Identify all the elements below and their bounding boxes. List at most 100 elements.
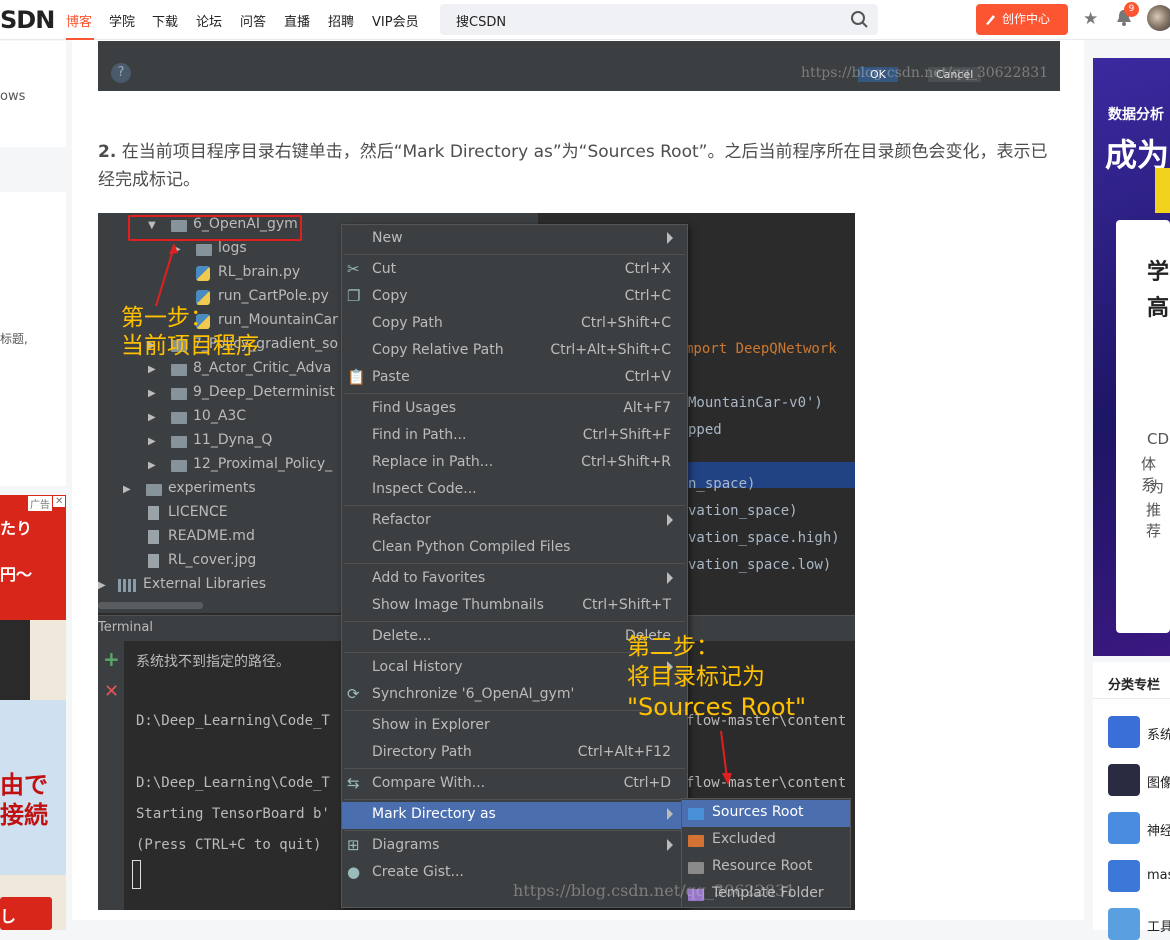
terminal-toolbar: + ✕: [98, 641, 124, 910]
csdn-logo[interactable]: SDN: [0, 6, 55, 34]
tree-item-label[interactable]: 12_Proximal_Policy_: [193, 456, 332, 472]
nav-item[interactable]: 论坛: [196, 11, 222, 30]
top-nav: SDN 博客 学院 下载 论坛 问答 直播 招聘 VIP会员 搜CSDN 创作中心 ★ 9: [0, 0, 1170, 40]
menu-item-shortcut: Ctrl+Shift+T: [582, 597, 671, 613]
menu-item[interactable]: Copy Path Ctrl+Shift+C: [342, 311, 687, 338]
submenu-arrow-icon: [667, 839, 673, 851]
menu-item[interactable]: Inspect Code...: [342, 477, 687, 504]
menu-item-shortcut: Ctrl+X: [624, 261, 671, 277]
menu-item[interactable]: Show Image Thumbnails Ctrl+Shift+T: [342, 593, 687, 620]
search-button[interactable]: [842, 4, 878, 35]
tree-item-label[interactable]: experiments: [168, 480, 256, 496]
submenu-item[interactable]: Sources Root: [682, 800, 850, 827]
image-watermark: https://blog.csdn.net/qq_30622831: [513, 881, 796, 900]
tree-expand-icon[interactable]: ▶: [148, 388, 156, 399]
tree-item-label[interactable]: 11_Dyna_Q: [193, 432, 272, 448]
star-icon[interactable]: ★: [1083, 9, 1098, 29]
code-line: mport DeepQNetwork: [685, 341, 837, 357]
search-box[interactable]: 搜CSDN: [440, 4, 878, 35]
menu-item-shortcut: Ctrl+Shift+C: [581, 315, 671, 331]
nav-item[interactable]: 问答: [240, 11, 266, 30]
tree-item-label[interactable]: 9_Deep_Determinist: [193, 384, 335, 400]
tree-item-label[interactable]: README.md: [168, 528, 255, 544]
category-icon[interactable]: [1108, 764, 1140, 796]
tree-item-label[interactable]: 10_A3C: [193, 408, 246, 424]
tree-expand-icon[interactable]: ▶: [148, 412, 156, 423]
menu-item[interactable]: Add to Favorites: [342, 566, 687, 593]
menu-item[interactable]: 📋 Paste Ctrl+V: [342, 365, 687, 392]
menu-item[interactable]: Find Usages Alt+F7: [342, 396, 687, 423]
tree-item-label[interactable]: 8_Actor_Critic_Adva: [193, 360, 331, 376]
menu-item[interactable]: Find in Path... Ctrl+Shift+F: [342, 423, 687, 450]
menu-separator: [344, 768, 685, 769]
category-icon[interactable]: [1108, 716, 1140, 748]
submenu-item[interactable]: Resource Root: [682, 854, 850, 881]
ad-label: 广告: [28, 496, 52, 511]
tree-item-label[interactable]: RL_cover.jpg: [168, 552, 256, 568]
tree-item-label[interactable]: RL_brain.py: [218, 264, 300, 280]
add-terminal-icon[interactable]: +: [103, 647, 120, 671]
menu-item-shortcut: Ctrl+Alt+F12: [577, 744, 671, 760]
folder-icon: [171, 364, 187, 376]
left-card-1: ows: [0, 41, 66, 147]
category-item[interactable]: 系统: [1147, 724, 1170, 743]
menu-item[interactable]: ⇆ Compare With... Ctrl+D: [342, 771, 687, 798]
category-item[interactable]: 图像: [1147, 772, 1170, 791]
tree-expand-icon[interactable]: ▶: [123, 484, 131, 495]
tree-expand-icon[interactable]: ▶: [148, 460, 156, 471]
card-small-1: CD: [1147, 430, 1170, 448]
left-ad[interactable]: 广告 ✕ たり 円〜 由で 接続 し: [0, 495, 66, 930]
tree-item-label[interactable]: run_CartPole.py: [218, 288, 329, 304]
menu-item[interactable]: Refactor: [342, 508, 687, 535]
code-line: pped: [688, 422, 722, 438]
code-line: vation_space.low): [688, 557, 832, 573]
menu-item[interactable]: ⊞ Diagrams: [342, 833, 687, 860]
tree-item-label[interactable]: External Libraries: [143, 576, 266, 592]
tree-item-label[interactable]: logs: [218, 240, 247, 256]
right-ad-card[interactable]: 学 高 CD 体系 为 推荐: [1116, 220, 1170, 633]
menu-item-label: Local History: [372, 659, 463, 675]
paste-icon: 📋: [347, 368, 366, 386]
tree-expand-icon[interactable]: ▶: [148, 436, 156, 447]
code-line: MountainCar-v0'): [688, 395, 823, 411]
menu-item-shortcut: Ctrl+Shift+F: [582, 427, 671, 443]
nav-item[interactable]: VIP会员: [372, 11, 419, 30]
category-icon[interactable]: [1108, 860, 1140, 892]
category-item[interactable]: mas: [1147, 868, 1170, 883]
menu-item[interactable]: Replace in Path... Ctrl+Shift+R: [342, 450, 687, 477]
terminal-line: D:\Deep_Learning\Code_T: [136, 775, 330, 791]
category-icon[interactable]: [1108, 812, 1140, 844]
menu-item[interactable]: Copy Relative Path Ctrl+Alt+Shift+C: [342, 338, 687, 365]
close-terminal-icon[interactable]: ✕: [104, 681, 119, 702]
create-center-button[interactable]: 创作中心: [976, 4, 1068, 35]
submenu-item[interactable]: Excluded: [682, 827, 850, 854]
avatar[interactable]: [1147, 5, 1170, 31]
menu-item[interactable]: ❐ Copy Ctrl+C: [342, 284, 687, 311]
tree-expand-icon[interactable]: ▶: [98, 580, 106, 591]
submenu-arrow-icon: [667, 572, 673, 584]
menu-item[interactable]: ✂ Cut Ctrl+X: [342, 257, 687, 284]
category-item[interactable]: 工具: [1147, 916, 1170, 935]
menu-item[interactable]: Clean Python Compiled Files: [342, 535, 687, 562]
search-input[interactable]: 搜CSDN: [456, 11, 506, 30]
github-icon: ●: [347, 863, 361, 881]
category-icon[interactable]: [1108, 908, 1140, 940]
nav-item[interactable]: 直播: [284, 11, 310, 30]
ad-accent-shape: [1155, 168, 1170, 213]
menu-item[interactable]: Mark Directory as: [342, 802, 687, 829]
menu-item[interactable]: Directory Path Ctrl+Alt+F12: [342, 740, 687, 767]
nav-item[interactable]: 下载: [152, 11, 178, 30]
menu-item-label: Cut: [372, 261, 397, 277]
notification-badge: 9: [1124, 2, 1139, 17]
category-item[interactable]: 神经: [1147, 820, 1170, 839]
nav-item[interactable]: 博客: [66, 11, 92, 30]
annotation-arrow-1: [155, 243, 178, 307]
menu-item[interactable]: New: [342, 226, 687, 253]
tree-expand-icon[interactable]: ▶: [148, 364, 156, 375]
nav-item[interactable]: 学院: [109, 11, 135, 30]
submenu-arrow-icon: [667, 232, 673, 244]
ad-close-icon[interactable]: ✕: [53, 496, 66, 507]
step-2-paragraph: 2. 在当前项目程序目录右键单击，然后“Mark Directory as”为“…: [98, 138, 1048, 194]
nav-item[interactable]: 招聘: [328, 11, 354, 30]
tree-item-label[interactable]: LICENCE: [168, 504, 228, 520]
